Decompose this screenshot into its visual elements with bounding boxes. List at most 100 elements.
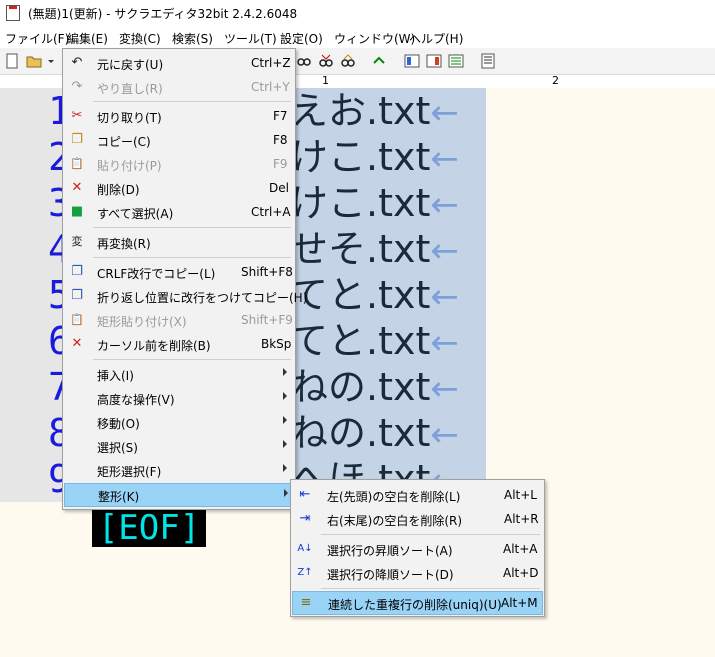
menu-item-label: 元に戻す(U) [97, 58, 164, 72]
line-content: けこ.txt [290, 135, 431, 179]
text-line: けこ.txt← [290, 180, 459, 228]
edit-menu: ↶ 元に戻す(U) Ctrl+Z ↷ やり直し(R) Ctrl+Y ✂ 切り取り… [62, 48, 307, 510]
menu-tools[interactable]: ツール(T) [224, 30, 277, 47]
menu-item-paste[interactable]: 📋 貼り付け(P) F9 [63, 152, 295, 176]
submenu-arrow-icon [283, 440, 287, 448]
menu-item-box-paste[interactable]: 📋 矩形貼り付け(X) Shift+F9 [63, 308, 295, 332]
search-prev-icon[interactable] [340, 53, 356, 69]
menu-item-trim-left[interactable]: ⇤ 左(先頭)の空白を削除(L) Alt+L [291, 483, 544, 507]
menu-item-label: 挿入(I) [97, 369, 134, 383]
menu-item-label: 移動(O) [97, 417, 140, 431]
menu-item-shortcut: Alt+R [504, 512, 539, 526]
menu-item-redo[interactable]: ↷ やり直し(R) Ctrl+Y [63, 75, 295, 99]
menu-item-move[interactable]: 移動(O) [63, 410, 295, 434]
window-title: (無題)1(更新) - サクラエディタ32bit 2.4.2.6048 [28, 7, 298, 21]
menu-item-copy-wrap[interactable]: ❐ 折り返し位置に改行をつけてコピー(H) [63, 284, 307, 308]
line-content: てと.txt [290, 273, 431, 317]
menu-item-trim-right[interactable]: ⇥ 右(末尾)の空白を削除(R) Alt+R [291, 507, 544, 531]
menu-item-select-all[interactable]: ■ すべて選択(A) Ctrl+A [63, 200, 295, 224]
copy-icon: ❐ [71, 132, 83, 147]
tag-jump-icon[interactable] [372, 53, 388, 69]
select-all-icon: ■ [70, 204, 84, 219]
menu-item-undo[interactable]: ↶ 元に戻す(U) Ctrl+Z [63, 51, 295, 75]
menu-bar: ファイル(F) 編集(E) 変換(C) 検索(S) ツール(T) 設定(O) ウ… [0, 27, 715, 48]
paste-icon: 📋 [70, 157, 84, 170]
submenu-arrow-icon [283, 464, 287, 472]
menu-item-label: 矩形選択(F) [97, 465, 162, 479]
newline-marker: ← [430, 415, 459, 455]
menu-separator [321, 534, 540, 535]
outline-icon[interactable] [448, 53, 464, 69]
line-content: ねの.txt [290, 365, 431, 409]
menu-file[interactable]: ファイル(F) [5, 30, 69, 47]
newline-marker: ← [430, 231, 459, 271]
delete-icon: ✕ [71, 180, 83, 195]
menu-item-label: 選択行の降順ソート(D) [327, 568, 454, 582]
menu-item-shortcut: Ctrl+Z [251, 56, 291, 70]
sort-desc-icon: Z↑ [297, 567, 313, 578]
menu-item-backspace[interactable]: ✕ カーソル前を削除(B) BkSp [63, 332, 295, 356]
menu-item-copy-crlf[interactable]: ❐ CRLF改行でコピー(L) Shift+F8 [63, 260, 295, 284]
menu-item-delete[interactable]: ✕ 削除(D) Del [63, 176, 295, 200]
menu-item-insert[interactable]: 挿入(I) [63, 362, 295, 386]
eof-marker: [EOF] [92, 509, 206, 547]
copy-wrap-icon: ❐ [71, 288, 83, 303]
menu-separator [93, 257, 291, 258]
compare-icon[interactable] [404, 53, 420, 69]
format-submenu: ⇤ 左(先頭)の空白を削除(L) Alt+L ⇥ 右(末尾)の空白を削除(R) … [290, 479, 545, 617]
menu-item-shortcut: Shift+F8 [241, 265, 293, 279]
menu-item-label: 切り取り(T) [97, 111, 162, 125]
menu-item-shortcut: F9 [273, 157, 288, 171]
grep-icon[interactable] [426, 53, 442, 69]
line-content: てと.txt [290, 319, 431, 363]
cut-icon: ✂ [71, 108, 83, 123]
menu-item-advanced[interactable]: 高度な操作(V) [63, 386, 295, 410]
open-folder-icon[interactable] [26, 53, 42, 69]
menu-edit[interactable]: 編集(E) [67, 30, 108, 47]
submenu-arrow-icon [283, 368, 287, 376]
menu-window[interactable]: ウィンドウ(W) [334, 30, 415, 47]
new-file-icon[interactable] [4, 53, 20, 69]
menu-item-label: カーソル前を削除(B) [97, 339, 211, 353]
menu-item-uniq[interactable]: ≡ 連続した重複行の削除(uniq)(U) Alt+M [292, 591, 543, 615]
search-next-icon[interactable] [318, 53, 334, 69]
submenu-arrow-icon [283, 416, 287, 424]
newline-marker: ← [430, 277, 459, 317]
text-line: ねの.txt← [290, 410, 459, 458]
menu-item-label: 高度な操作(V) [97, 393, 175, 407]
menu-item-shortcut: Alt+M [501, 596, 538, 610]
text-line: えお.txt← [290, 88, 459, 136]
menu-item-box-select[interactable]: 矩形選択(F) [63, 458, 295, 482]
menu-item-format[interactable]: 整形(K) [64, 483, 294, 507]
menu-help[interactable]: ヘルプ(H) [409, 30, 463, 47]
menu-item-shortcut: F7 [273, 109, 288, 123]
menu-item-shortcut: Shift+F9 [241, 313, 293, 327]
search-icon[interactable] [296, 53, 312, 69]
menu-item-cut[interactable]: ✂ 切り取り(T) F7 [63, 104, 295, 128]
settings-icon[interactable] [480, 53, 496, 69]
menu-item-sort-desc[interactable]: Z↑ 選択行の降順ソート(D) Alt+D [291, 561, 544, 585]
uniq-icon: ≡ [300, 595, 312, 610]
menu-item-reconvert[interactable]: 変 再変換(R) [63, 230, 295, 254]
menu-item-label: CRLF改行でコピー(L) [97, 267, 216, 281]
open-dropdown-icon[interactable] [46, 53, 56, 69]
menu-item-copy[interactable]: ❐ コピー(C) F8 [63, 128, 295, 152]
newline-marker: ← [430, 323, 459, 363]
menu-search[interactable]: 検索(S) [172, 30, 213, 47]
menu-settings[interactable]: 設定(O) [280, 30, 323, 47]
menu-item-label: 貼り付け(P) [97, 159, 162, 173]
line-content: けこ.txt [290, 181, 431, 225]
menu-item-sort-asc[interactable]: A↓ 選択行の昇順ソート(A) Alt+A [291, 537, 544, 561]
ruler-mark-2: 2 [552, 74, 559, 87]
menu-item-shortcut: Del [269, 181, 289, 195]
menu-item-label: 右(末尾)の空白を削除(R) [327, 514, 463, 528]
newline-marker: ← [430, 185, 459, 225]
newline-marker: ← [430, 139, 459, 179]
menu-item-shortcut: F8 [273, 133, 288, 147]
menu-item-select[interactable]: 選択(S) [63, 434, 295, 458]
menu-item-label: 選択(S) [97, 441, 138, 455]
menu-convert[interactable]: 変換(C) [119, 30, 161, 47]
menu-item-shortcut: Alt+L [504, 488, 537, 502]
menu-separator [93, 227, 291, 228]
app-icon [6, 5, 20, 21]
